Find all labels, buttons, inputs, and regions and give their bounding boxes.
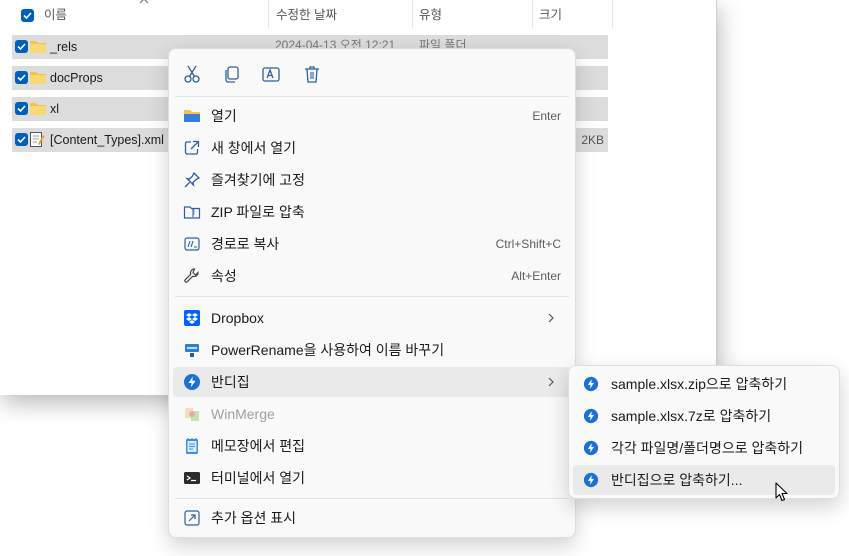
- menu-item-label: 경로로 복사: [211, 236, 280, 252]
- menu-item-label: WinMerge: [211, 406, 275, 422]
- menu-separator: [175, 296, 569, 297]
- column-name[interactable]: 이름: [44, 0, 67, 30]
- menu-item-properties[interactable]: 속성 Alt+Enter: [173, 261, 571, 291]
- bandizip-icon: [583, 440, 599, 456]
- submenu-item-label: 반디집으로 압축하기...: [611, 472, 743, 488]
- menu-separator: [175, 96, 569, 97]
- menu-item-zip[interactable]: ZIP 파일로 압축: [173, 197, 571, 227]
- file-size: 2KB: [581, 133, 604, 147]
- menu-item-winmerge: WinMerge: [173, 399, 571, 429]
- delete-icon[interactable]: [301, 63, 323, 85]
- column-modified[interactable]: 수정한 날짜: [276, 0, 337, 30]
- submenu-item-label: sample.xlsx.zip으로 압축하기: [611, 376, 788, 392]
- row-checkbox[interactable]: [15, 133, 28, 146]
- menu-item-bandizip[interactable]: 반디집: [173, 367, 571, 397]
- menu-shortcut: Alt+Enter: [511, 269, 561, 283]
- bandizip-icon: [583, 376, 599, 392]
- menu-item-label: PowerRename을 사용하여 이름 바꾸기: [211, 342, 445, 358]
- folder-icon: [30, 41, 46, 53]
- wrench-icon: [184, 268, 199, 283]
- submenu-item-7z[interactable]: sample.xlsx.7z로 압축하기: [573, 401, 835, 431]
- menu-item-label: Dropbox: [211, 310, 264, 326]
- dropbox-icon: [184, 310, 200, 326]
- menu-separator: [175, 498, 569, 499]
- column-type[interactable]: 유형: [419, 0, 442, 30]
- menu-item-open[interactable]: 열기 Enter: [173, 101, 571, 131]
- select-all-checkbox[interactable]: [21, 9, 34, 22]
- terminal-icon: [184, 472, 200, 484]
- winmerge-icon: [185, 408, 199, 421]
- copy-path-icon: [184, 237, 200, 251]
- menu-item-label: ZIP 파일로 압축: [211, 204, 305, 220]
- column-divider[interactable]: [412, 0, 413, 28]
- menu-item-powerrename[interactable]: PowerRename을 사용하여 이름 바꾸기: [173, 335, 571, 365]
- menu-shortcut: Ctrl+Shift+C: [495, 237, 561, 251]
- submenu-item-label: sample.xlsx.7z로 압축하기: [611, 408, 772, 424]
- xml-file-icon: [30, 132, 45, 147]
- menu-item-more-options[interactable]: 추가 옵션 표시: [173, 503, 571, 533]
- submenu-item-each[interactable]: 각각 파일명/폴더명으로 압축하기: [573, 433, 835, 463]
- column-header-row: 이름 수정한 날짜 유형 크기: [0, 0, 716, 30]
- zip-icon: [183, 206, 201, 219]
- more-options-icon: [184, 510, 200, 526]
- column-divider[interactable]: [532, 0, 533, 28]
- column-divider[interactable]: [612, 0, 613, 28]
- column-size[interactable]: 크기: [539, 0, 562, 30]
- bandizip-submenu: sample.xlsx.zip으로 압축하기 sample.xlsx.7z로 압…: [568, 365, 840, 499]
- powerrename-icon: [185, 344, 199, 357]
- context-menu: 열기 Enter 새 창에서 열기 즐겨찾기에 고정 ZIP 파일로 압축 경로…: [168, 48, 576, 538]
- menu-shortcut: Enter: [532, 109, 561, 123]
- column-divider[interactable]: [268, 0, 269, 28]
- cut-icon[interactable]: [181, 63, 203, 85]
- menu-item-label: 새 창에서 열기: [211, 140, 297, 156]
- bandizip-icon: [583, 472, 599, 488]
- bandizip-icon: [184, 374, 200, 390]
- menu-item-label: 메모장에서 편집: [211, 438, 306, 454]
- menu-item-label: 속성: [211, 268, 237, 284]
- folder-icon: [30, 72, 46, 84]
- menu-item-terminal[interactable]: 터미널에서 열기: [173, 463, 571, 493]
- submenu-item-label: 각각 파일명/폴더명으로 압축하기: [611, 440, 803, 456]
- menu-item-label: 반디집: [211, 374, 250, 390]
- open-new-window-icon: [184, 140, 200, 155]
- pin-icon: [184, 171, 201, 188]
- file-name: [Content_Types].xml: [50, 133, 164, 147]
- menu-item-label: 즐겨찾기에 고정: [211, 172, 306, 188]
- submenu-arrow-icon: [548, 377, 554, 387]
- sort-chevron-icon[interactable]: [139, 0, 149, 5]
- mouse-cursor-icon: [775, 482, 788, 502]
- row-checkbox[interactable]: [15, 102, 28, 115]
- submenu-arrow-icon: [548, 313, 554, 323]
- file-name: _rels: [50, 40, 78, 54]
- menu-item-copy-path[interactable]: 경로로 복사 Ctrl+Shift+C: [173, 229, 571, 259]
- menu-item-label: 터미널에서 열기: [211, 470, 306, 486]
- menu-item-dropbox[interactable]: Dropbox: [173, 303, 571, 333]
- menu-item-pin-favorites[interactable]: 즐겨찾기에 고정: [173, 165, 571, 195]
- submenu-item-zip[interactable]: sample.xlsx.zip으로 압축하기: [573, 369, 835, 399]
- menu-item-label: 추가 옵션 표시: [211, 510, 297, 526]
- rename-icon[interactable]: [260, 63, 282, 85]
- copy-icon[interactable]: [221, 63, 243, 85]
- submenu-item-bandizip-dialog[interactable]: 반디집으로 압축하기...: [573, 465, 835, 495]
- menu-item-label: 열기: [211, 108, 237, 124]
- bandizip-icon: [583, 408, 599, 424]
- menu-item-open-new-window[interactable]: 새 창에서 열기: [173, 133, 571, 163]
- row-checkbox[interactable]: [15, 71, 28, 84]
- notepad-icon: [186, 438, 198, 454]
- row-checkbox[interactable]: [15, 40, 28, 53]
- file-name: docProps: [50, 71, 103, 85]
- file-name: xl: [50, 102, 60, 116]
- menu-item-notepad[interactable]: 메모장에서 편집: [173, 431, 571, 461]
- open-folder-icon: [184, 110, 200, 122]
- folder-icon: [30, 103, 46, 115]
